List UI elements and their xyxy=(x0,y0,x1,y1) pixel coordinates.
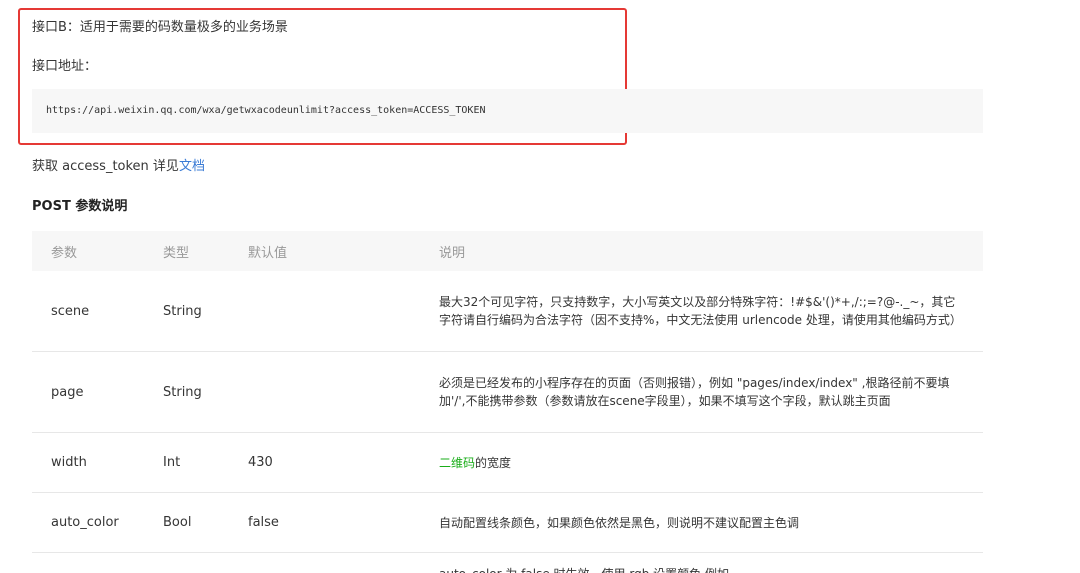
table-row: page String 必须是已经发布的小程序存在的页面（否则报错），例如 "p… xyxy=(32,351,983,433)
api-url[interactable]: https://api.weixin.qq.com/wxa/getwxacode… xyxy=(46,105,486,116)
param-desc: auto_color 为 false 时生效，使用 rgb 设置颜色 例如 xyxy=(439,552,983,573)
param-default xyxy=(248,552,439,573)
param-desc-text: 二维码的宽度 xyxy=(439,454,963,472)
param-name xyxy=(32,552,163,573)
param-desc: 最大32个可见字符，只支持数字，大小写英文以及部分特殊字符：!#$&'()*+,… xyxy=(439,271,983,352)
param-type: String xyxy=(163,351,248,433)
header-desc: 说明 xyxy=(439,231,983,271)
token-note: 获取 access_token 详见文档 xyxy=(32,155,205,174)
token-note-text: 获取 access_token 详见 xyxy=(32,159,179,174)
param-type: String xyxy=(163,271,248,352)
param-desc-text: 必须是已经发布的小程序存在的页面（否则报错），例如 "pages/index/i… xyxy=(439,376,950,408)
param-desc-text: auto_color 为 false 时生效，使用 rgb 设置颜色 例如 xyxy=(439,553,963,573)
doc-page: 接口B：适用于需要的码数量极多的业务场景 接口地址： https://api.w… xyxy=(0,0,1080,573)
table-row: width Int 430 二维码的宽度 xyxy=(32,432,983,493)
param-desc-text: 自动配置线条颜色，如果颜色依然是黑色，则说明不建议配置主色调 xyxy=(439,515,800,530)
param-name: auto_color xyxy=(32,492,163,553)
header-param: 参数 xyxy=(32,231,163,271)
docs-link[interactable]: 文档 xyxy=(179,159,205,174)
param-name: width xyxy=(32,432,163,493)
table-row: auto_color 为 false 时生效，使用 rgb 设置颜色 例如 xyxy=(32,552,983,573)
params-table: 参数 类型 默认值 说明 scene String 最大32个可见字符，只支持数… xyxy=(32,231,983,573)
param-default: false xyxy=(248,492,439,553)
post-params-title: POST 参数说明 xyxy=(32,199,128,214)
param-desc-text: 最大32个可见字符，只支持数字，大小写英文以及部分特殊字符：!#$&'()*+,… xyxy=(439,295,962,327)
param-type: Bool xyxy=(163,492,248,553)
param-desc: 二维码的宽度 xyxy=(439,432,983,493)
param-name: page xyxy=(32,351,163,433)
qrcode-link[interactable]: 二维码 xyxy=(439,456,475,470)
param-desc: 必须是已经发布的小程序存在的页面（否则报错），例如 "pages/index/i… xyxy=(439,351,983,433)
param-default xyxy=(248,271,439,352)
interface-b-title: 接口B：适用于需要的码数量极多的业务场景 xyxy=(32,20,288,35)
api-url-code-block[interactable]: https://api.weixin.qq.com/wxa/getwxacode… xyxy=(32,89,983,133)
param-default xyxy=(248,351,439,433)
param-desc-suffix: 的宽度 xyxy=(475,455,512,470)
param-name: scene xyxy=(32,271,163,352)
header-type: 类型 xyxy=(163,231,248,271)
table-row: scene String 最大32个可见字符，只支持数字，大小写英文以及部分特殊… xyxy=(32,271,983,352)
table-row: auto_color Bool false 自动配置线条颜色，如果颜色依然是黑色… xyxy=(32,492,983,553)
interface-address-label: 接口地址： xyxy=(32,59,98,74)
param-type: Int xyxy=(163,432,248,493)
param-desc: 自动配置线条颜色，如果颜色依然是黑色，则说明不建议配置主色调 xyxy=(439,492,983,553)
param-default: 430 xyxy=(248,432,439,493)
param-type xyxy=(163,552,248,573)
table-header-row: 参数 类型 默认值 说明 xyxy=(32,231,983,271)
header-default: 默认值 xyxy=(248,231,439,271)
